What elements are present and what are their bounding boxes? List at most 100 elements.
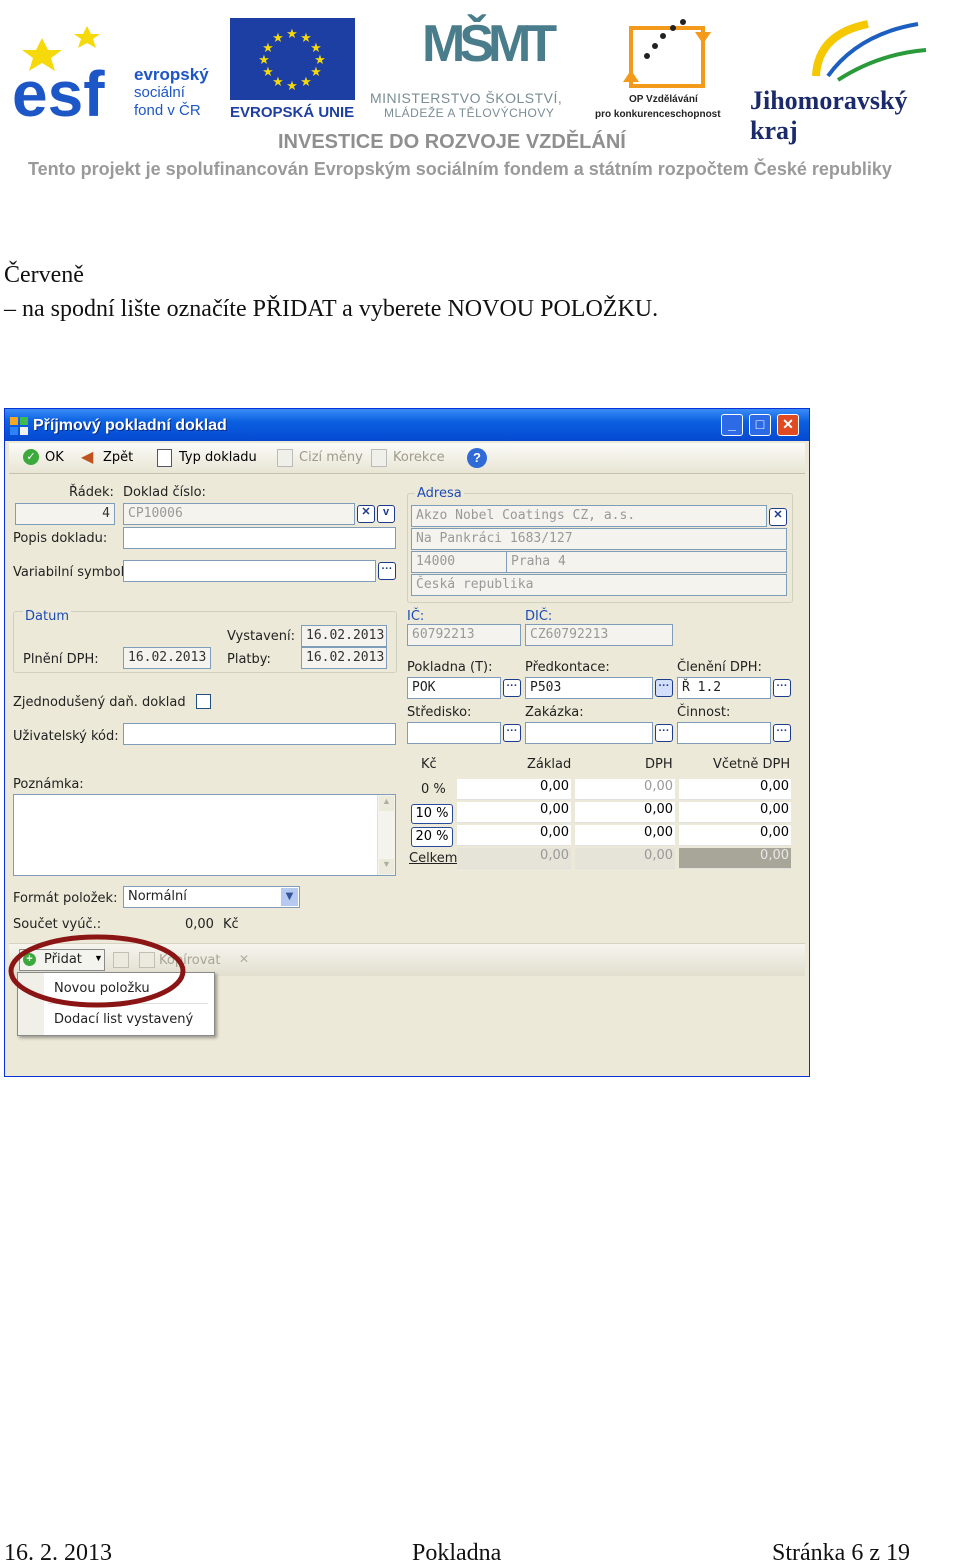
vat-total-dph-value: 0,00	[644, 848, 673, 863]
menu-item-delivery-note[interactable]: Dodací list vystavený	[54, 1012, 193, 1027]
vat-total-zaklad: 0,00	[457, 848, 571, 869]
ok-label: OK	[45, 450, 64, 465]
vat-zaklad-2[interactable]: 0,00	[457, 825, 571, 846]
vat-vcetne-2[interactable]: 0,00	[679, 825, 791, 846]
radek-value: 4	[102, 506, 110, 521]
doklad-field[interactable]: CP10006	[123, 503, 355, 525]
esf-text-1: evropský	[134, 65, 209, 84]
uzivatelsky-input[interactable]	[123, 723, 396, 745]
ic-value: 60792213	[412, 627, 475, 642]
format-select[interactable]: Normální ▼	[123, 886, 300, 908]
footer-page: Stránka 6 z 19	[772, 1540, 910, 1566]
msmt-text-2: MLÁDEŽE A TĚLOVÝCHOVY	[384, 106, 555, 120]
ic-field[interactable]: 60792213	[407, 624, 521, 646]
chevron-down-icon[interactable]: ▼	[281, 888, 298, 906]
vat-header-zaklad: Základ	[527, 757, 572, 772]
dic-field[interactable]: CZ60792213	[525, 624, 673, 646]
address-city-field[interactable]: Praha 4	[506, 551, 787, 573]
foreign-currency-label: Cizí měny	[299, 450, 363, 465]
scroll-down-icon[interactable]: ▼	[379, 859, 394, 874]
address-country: Česká republika	[416, 577, 534, 592]
cinnost-field[interactable]	[677, 722, 771, 744]
address-street-field[interactable]: Na Pankráci 1683/127	[411, 528, 787, 550]
pokladna-value: POK	[412, 680, 436, 695]
vat-rate-10-button[interactable]: 10 %	[411, 804, 453, 824]
doklad-dropdown-button[interactable]: v	[377, 505, 395, 523]
address-zip: 14000	[416, 554, 456, 569]
correction-label: Korekce	[393, 450, 445, 465]
ok-button[interactable]: ✓ OK	[23, 447, 73, 469]
close-button[interactable]: ✕	[777, 414, 799, 436]
delete-icon[interactable]: ✕	[237, 952, 251, 966]
vat-header-vcetne: Včetně DPH	[713, 757, 791, 772]
doc-type-label: Typ dokladu	[179, 450, 257, 465]
back-button[interactable]: ◀ Zpět	[81, 447, 143, 469]
stredisko-field[interactable]	[407, 722, 501, 744]
address-name-field[interactable]: Akzo Nobel Coatings CZ, a.s.	[411, 505, 767, 527]
cinnost-label: Činnost:	[677, 705, 731, 720]
vat-vcetne-0[interactable]: 0,00	[679, 779, 791, 800]
platby-label: Platby:	[227, 652, 271, 667]
vat-dph-1[interactable]: 0,00	[575, 802, 675, 823]
zakazka-lookup-button[interactable]: ···	[655, 724, 673, 742]
plneni-field[interactable]: 16.02.2013	[123, 647, 211, 669]
vat-vcetne-1-value: 0,00	[760, 802, 789, 817]
cleneni-lookup-button[interactable]: ···	[773, 679, 791, 697]
stredisko-label: Středisko:	[407, 705, 472, 720]
clear-doklad-button[interactable]: ✕	[357, 505, 375, 523]
correction-icon	[371, 449, 387, 467]
currency-icon	[277, 449, 293, 467]
address-street: Na Pankráci 1683/127	[416, 531, 573, 546]
predkontace-field[interactable]: P503	[525, 677, 653, 699]
address-country-field[interactable]: Česká republika	[411, 574, 787, 596]
foreign-currency-button[interactable]: Cizí měny	[277, 447, 365, 469]
vat-total-vcetne-value: 0,00	[760, 848, 789, 863]
address-name: Akzo Nobel Coatings CZ, a.s.	[416, 508, 636, 523]
svg-text:★: ★	[286, 27, 298, 42]
variabilni-input[interactable]	[123, 560, 376, 582]
poznamka-textarea[interactable]: ▲ ▼	[13, 794, 396, 876]
minimize-button[interactable]: _	[721, 414, 743, 436]
stredisko-lookup-button[interactable]: ···	[503, 724, 521, 742]
popis-label: Popis dokladu:	[13, 531, 108, 546]
doc-type-button[interactable]: Typ dokladu	[157, 447, 267, 469]
poznamka-scrollbar[interactable]: ▲ ▼	[377, 795, 395, 875]
vat-vcetne-2-value: 0,00	[760, 825, 789, 840]
vat-rate-20-button[interactable]: 20 %	[411, 827, 453, 847]
body-line-1: Červeně	[4, 262, 84, 288]
scroll-up-icon[interactable]: ▲	[379, 796, 394, 811]
popis-input[interactable]	[123, 527, 396, 549]
eu-label: EVROPSKÁ UNIE	[230, 104, 355, 121]
toolbar: ✓ OK ◀ Zpět Typ dokladu Cizí měny Korekc…	[9, 443, 805, 474]
vat-zaklad-1[interactable]: 0,00	[457, 802, 571, 823]
vat-vcetne-1[interactable]: 0,00	[679, 802, 791, 823]
format-value: Normální	[128, 889, 187, 904]
cleneni-field[interactable]: Ř 1.2	[677, 677, 771, 699]
variabilni-lookup-button[interactable]: ···	[378, 562, 396, 580]
zakazka-field[interactable]	[525, 722, 653, 744]
op-logo: OP Vzdělávání pro konkurenceschopnost	[595, 14, 745, 124]
vat-dph-2-value: 0,00	[644, 825, 673, 840]
vat-dph-2[interactable]: 0,00	[575, 825, 675, 846]
zjednoduseny-checkbox[interactable]	[196, 694, 211, 709]
correction-button[interactable]: Korekce	[371, 447, 451, 469]
financing-text: Tento projekt je spolufinancován Evropsk…	[28, 159, 892, 179]
pokladna-lookup-button[interactable]: ···	[503, 679, 521, 697]
clear-address-button[interactable]: ✕	[769, 508, 787, 526]
pokladna-field[interactable]: POK	[407, 677, 501, 699]
vystaveni-field[interactable]: 16.02.2013	[301, 625, 387, 647]
variabilni-label: Variabilní symbol:	[13, 565, 129, 580]
datum-label: Datum	[23, 609, 71, 624]
vat-zaklad-0[interactable]: 0,00	[457, 779, 571, 800]
cinnost-lookup-button[interactable]: ···	[773, 724, 791, 742]
predkontace-label: Předkontace:	[525, 660, 610, 675]
help-icon: ?	[473, 450, 481, 465]
help-button[interactable]: ?	[467, 448, 487, 468]
svg-text:esf: esf	[12, 58, 105, 123]
highlight-circle	[8, 934, 186, 1008]
predkontace-lookup-button[interactable]: ···	[655, 679, 673, 697]
maximize-button[interactable]: □	[749, 414, 771, 436]
minimize-icon: _	[728, 416, 736, 432]
address-zip-field[interactable]: 14000	[411, 551, 507, 573]
platby-field[interactable]: 16.02.2013	[301, 647, 387, 669]
